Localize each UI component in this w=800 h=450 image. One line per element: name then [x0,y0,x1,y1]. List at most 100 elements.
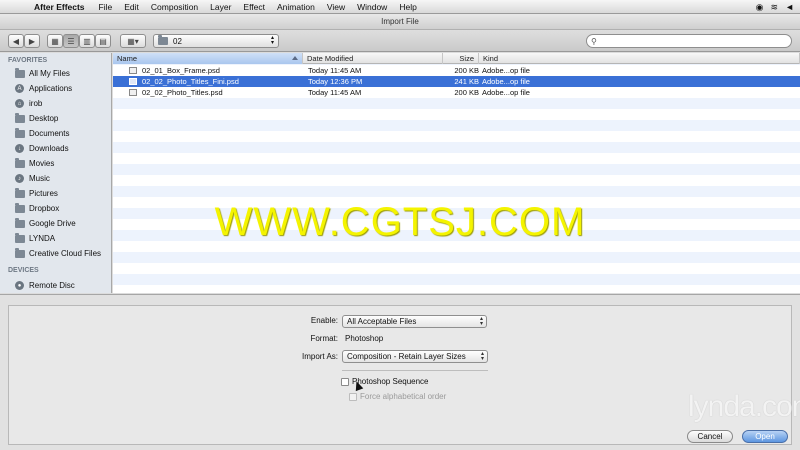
back-arrow-icon: ◀ [12,36,20,46]
format-label: Format: [310,334,338,343]
list-view-icon: ☰ [67,36,75,46]
devices-heading: DEVICES [8,267,39,274]
volume-icon[interactable]: ◄ [785,2,794,12]
app-menu[interactable]: After Effects [34,2,85,12]
file-row-selected[interactable]: 02_02_Photo_Titles_Fini.psd Today 12:36 … [113,76,800,87]
import-as-popup[interactable]: Composition - Retain Layer Sizes ▴ ▾ [342,350,488,363]
sidebar-item-label: Pictures [29,189,58,198]
folder-icon [14,247,25,259]
file-kind: Adobe...op file [482,77,530,86]
sidebar-item-creative-cloud[interactable]: Creative Cloud Files [0,246,111,261]
forward-button[interactable]: ▶ [24,34,40,48]
lynda-logo: lynda.com [688,390,800,423]
column-header: Name Date Modified Size Kind [113,53,800,64]
location-popup[interactable]: 02 ▴ ▾ [153,34,279,48]
psd-file-icon [129,78,137,85]
sidebar-item-label: irob [29,99,43,108]
sidebar-item-music[interactable]: ♪ Music [0,171,111,186]
menu-composition[interactable]: Composition [151,2,198,12]
menu-window[interactable]: Window [357,2,387,12]
downloads-icon: ↓ [14,144,25,154]
desktop-icon [14,112,25,124]
column-kind-header[interactable]: Kind [479,53,800,64]
icon-view-icon: ▦ [51,36,59,46]
sidebar-item-label: All My Files [29,69,70,78]
cancel-button[interactable]: Cancel [687,430,733,443]
sidebar-item-all-my-files[interactable]: All My Files [0,66,111,81]
column-date-header[interactable]: Date Modified [303,53,443,64]
sidebar: FAVORITES All My Files A Applications ⌂ ir… [0,53,112,293]
import-as-value: Composition - Retain Layer Sizes [347,352,466,361]
checkbox-box [349,392,357,401]
all-files-icon [14,67,25,79]
import-as-label: Import As: [301,352,338,361]
file-date: Today 11:45 AM [308,88,362,97]
watermark-text: WWW.CGTSJ.COM [214,200,586,244]
sidebar-item-label: Creative Cloud Files [29,249,102,258]
file-size: 200 KB [454,66,479,75]
file-date: Today 12:36 PM [308,77,363,86]
file-row[interactable]: 02_02_Photo_Titles.psd Today 11:45 AM 20… [113,87,800,98]
search-input[interactable]: ⚲ [586,34,792,48]
sidebar-item-label: Downloads [29,144,69,153]
file-name: 02_02_Photo_Titles_Fini.psd [142,77,239,86]
column-name-header[interactable]: Name [113,53,303,64]
list-view-button[interactable]: ☰ [63,34,79,48]
back-button[interactable]: ◀ [8,34,24,48]
psd-file-icon [129,89,137,96]
sidebar-item-pictures[interactable]: Pictures [0,186,111,201]
icon-view-button[interactable]: ▦ [47,34,63,48]
menu-effect[interactable]: Effect [243,2,265,12]
dialog-title: Import File [0,14,800,30]
menu-layer[interactable]: Layer [210,2,231,12]
wifi-icon[interactable]: ≋ [771,2,779,13]
disc-icon: ● [14,281,25,291]
file-size: 241 KB [454,77,479,86]
column-view-icon: ▥ [83,36,91,46]
sidebar-item-irob[interactable]: ⌂ irob [0,96,111,111]
sidebar-item-label: Desktop [29,114,59,123]
sidebar-item-label: Music [29,174,50,183]
sidebar-item-downloads[interactable]: ↓ Downloads [0,141,111,156]
location-label: 02 [173,36,182,46]
file-row[interactable]: 02_01_Box_Frame.psd Today 11:45 AM 200 K… [113,65,800,76]
sidebar-item-label: Applications [29,84,73,93]
arrange-button[interactable]: ▦▾ [120,34,146,48]
file-date: Today 11:45 AM [308,66,362,75]
open-button[interactable]: Open [742,430,788,443]
popup-arrows-icon: ▴ ▾ [479,316,483,327]
coverflow-view-button[interactable]: ▤ [95,34,111,48]
enable-popup[interactable]: All Acceptable Files ▴ ▾ [342,315,487,328]
enable-value: All Acceptable Files [347,317,417,326]
applications-icon: A [14,84,25,94]
file-list: Name Date Modified Size Kind 02_01_Box_F… [113,53,800,293]
pictures-icon [14,187,25,199]
enable-label: Enable: [310,316,338,325]
menu-help[interactable]: Help [399,2,416,12]
sidebar-item-desktop[interactable]: Desktop [0,111,111,126]
music-icon: ♪ [14,174,25,184]
menu-edit[interactable]: Edit [124,2,139,12]
force-alphabetical-label: Force alphabetical order [360,392,447,401]
checkbox-box[interactable] [341,377,349,386]
format-value: Photoshop [345,334,384,343]
column-view-button[interactable]: ▥ [79,34,95,48]
search-icon: ⚲ [591,36,597,46]
psd-file-icon [129,67,137,74]
menu-view[interactable]: View [327,2,345,12]
sidebar-item-applications[interactable]: A Applications [0,81,111,96]
force-alphabetical-checkbox: Force alphabetical order [349,392,446,401]
status-icon[interactable]: ◉ [756,2,764,13]
menu-animation[interactable]: Animation [277,2,315,12]
sidebar-item-label: Movies [29,159,55,168]
sidebar-item-movies[interactable]: Movies [0,156,111,171]
menu-file[interactable]: File [99,2,113,12]
movies-icon [14,157,25,169]
column-size-header[interactable]: Size [443,53,479,64]
popup-arrows-icon: ▴ ▾ [480,351,484,362]
sidebar-item-remote-disc[interactable]: ● Remote Disc [0,278,111,293]
forward-arrow-icon: ▶ [28,36,36,46]
sidebar-item-documents[interactable]: Documents [0,126,111,141]
coverflow-view-icon: ▤ [99,36,107,46]
photoshop-sequence-label: Photoshop Sequence [352,377,429,386]
